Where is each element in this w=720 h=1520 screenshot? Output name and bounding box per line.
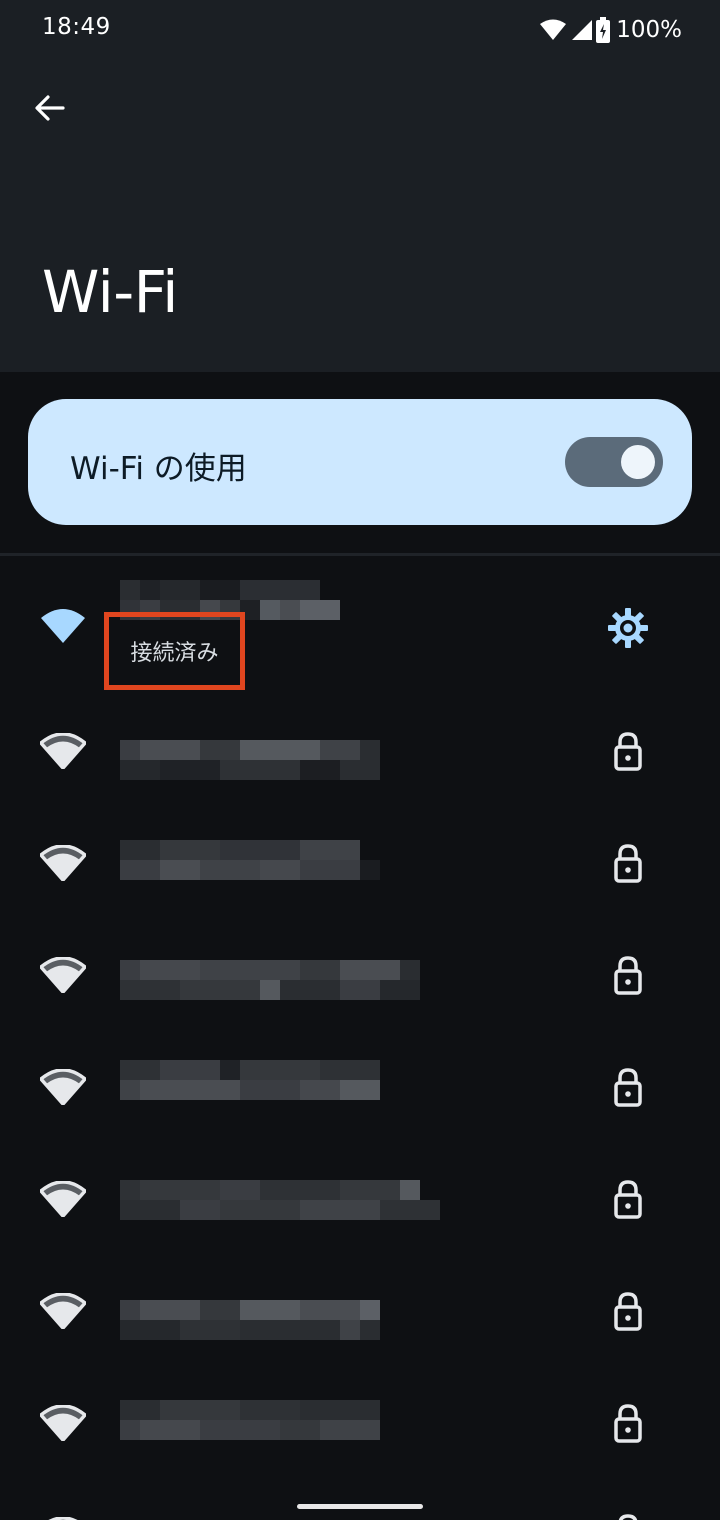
app-bar: 18:49 100% Wi-Fi: [0, 0, 720, 372]
lock-icon: [614, 844, 642, 883]
use-wifi-label: Wi-Fi の使用: [70, 451, 247, 487]
status-icons: 100%: [540, 14, 682, 46]
lock-icon: [614, 956, 642, 995]
network-row[interactable]: [0, 808, 720, 920]
network-row[interactable]: [0, 1144, 720, 1256]
ssid-pixelated: [120, 1060, 380, 1100]
wifi-signal-icon: [40, 1405, 86, 1441]
gesture-nav-bar[interactable]: [297, 1504, 423, 1509]
use-wifi-toggle-card[interactable]: Wi-Fi の使用: [28, 399, 692, 525]
connection-status-text: 接続済み: [130, 641, 219, 666]
wifi-signal-icon: [40, 957, 86, 993]
arrow-back-icon: [35, 95, 65, 121]
lock-icon: [614, 1068, 642, 1107]
status-time: 18:49: [42, 14, 111, 40]
ssid-pixelated: [120, 840, 380, 880]
lock-icon: [618, 1514, 638, 1520]
wifi-status-icon: [540, 19, 567, 40]
lock-icon: [614, 1404, 642, 1443]
network-row[interactable]: [0, 696, 720, 808]
ssid-pixelated: [120, 960, 420, 1000]
network-row[interactable]: [0, 920, 720, 1032]
lock-icon: [614, 1292, 642, 1331]
switch-thumb: [621, 445, 655, 479]
ssid-pixelated: [120, 1300, 380, 1340]
use-wifi-switch[interactable]: [565, 437, 663, 487]
ssid-pixelated: [120, 1400, 380, 1440]
ssid-pixelated: [120, 1180, 440, 1220]
battery-percent: 100%: [616, 17, 682, 43]
back-button[interactable]: [26, 84, 74, 132]
network-row[interactable]: [0, 1256, 720, 1368]
network-row[interactable]: [0, 1480, 720, 1520]
network-row[interactable]: [0, 1032, 720, 1144]
network-row[interactable]: [0, 1368, 720, 1480]
lock-icon: [614, 1180, 642, 1219]
page-title: Wi-Fi: [42, 258, 178, 326]
battery-icon: [596, 17, 611, 43]
cell-signal-icon: [572, 20, 593, 40]
divider: [0, 553, 720, 556]
ssid-pixelated: [120, 740, 380, 780]
gear-icon[interactable]: [605, 605, 651, 651]
wifi-signal-icon: [40, 1181, 86, 1217]
wifi-signal-icon: [40, 1293, 86, 1329]
wifi-signal-icon: [40, 733, 86, 769]
wifi-signal-icon: [40, 1069, 86, 1105]
status-bar: 18:49 100%: [0, 0, 720, 60]
lock-icon: [614, 732, 642, 771]
connection-status-highlight: 接続済み: [104, 612, 245, 690]
wifi-signal-icon: [41, 609, 85, 643]
wifi-signal-icon: [40, 845, 86, 881]
